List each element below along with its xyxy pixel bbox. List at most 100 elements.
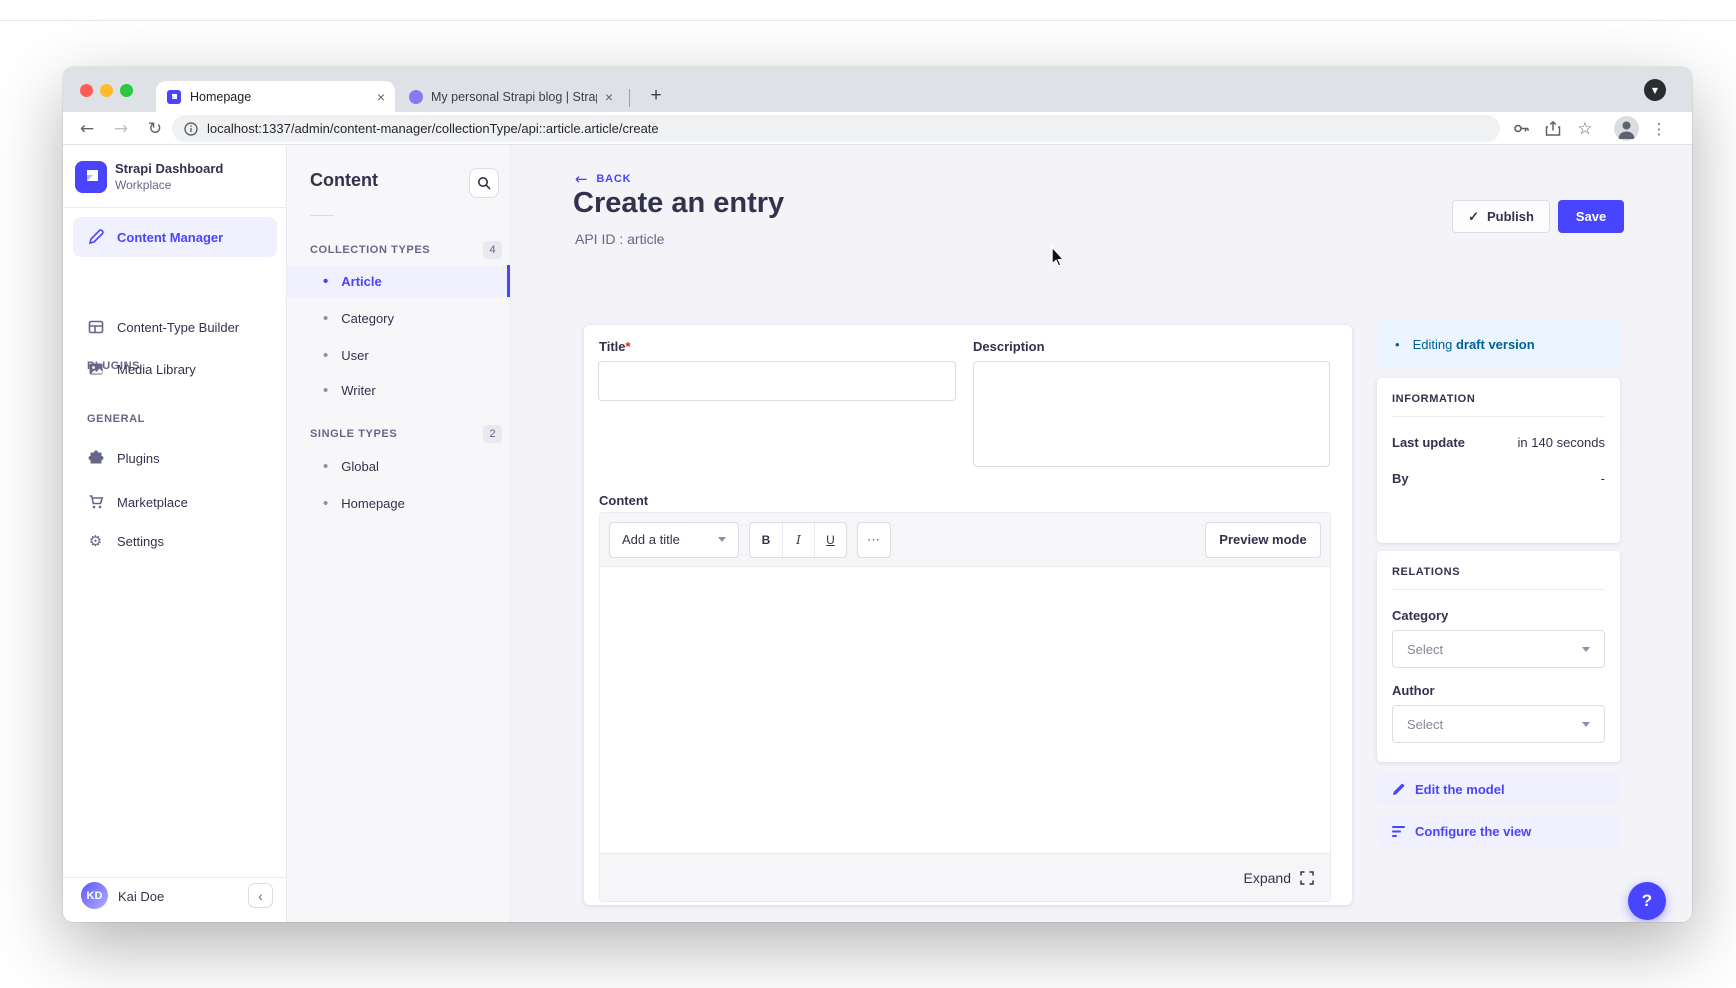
back-arrow-icon: ←	[575, 170, 588, 188]
back-button[interactable]: ←	[73, 112, 101, 145]
configure-view-button[interactable]: Configure the view	[1377, 815, 1620, 848]
sidebar-item-label: Marketplace	[117, 495, 188, 510]
category-label: Category	[1392, 608, 1605, 623]
site-info-icon[interactable]	[184, 122, 198, 136]
title-field-label: Title*	[599, 339, 631, 354]
tab-title: My personal Strapi blog | Strap	[431, 90, 597, 104]
sidebar-item-label: Media Library	[117, 362, 196, 377]
category-select[interactable]: Select	[1392, 630, 1605, 668]
tab-close-icon[interactable]: ×	[377, 90, 385, 104]
bullet-icon: •	[323, 274, 328, 289]
puzzle-icon	[87, 450, 104, 467]
tab-homepage[interactable]: Homepage ×	[156, 81, 395, 112]
description-field-label: Description	[973, 339, 1045, 354]
password-key-icon[interactable]	[1507, 112, 1535, 145]
screen: Homepage × My personal Strapi blog | Str…	[0, 0, 1736, 988]
subnav-item-article[interactable]: • Article	[287, 265, 510, 297]
last-update-label: Last update	[1392, 435, 1465, 450]
layout-icon	[87, 319, 104, 336]
configure-icon	[1392, 826, 1405, 837]
workspace-info: Strapi Dashboard Workplace	[115, 161, 223, 192]
editor-text-area[interactable]	[600, 567, 1330, 853]
author-select[interactable]: Select	[1392, 705, 1605, 743]
edit-model-label: Edit the model	[1415, 782, 1505, 797]
format-button-group: B I U	[749, 522, 847, 558]
last-update-row: Last update in 140 seconds	[1392, 435, 1605, 450]
tab-search-button[interactable]: ▼	[1644, 79, 1666, 101]
edit-model-button[interactable]: Edit the model	[1377, 773, 1620, 806]
sidebar-item-label: Content-Type Builder	[117, 320, 239, 335]
help-button[interactable]: ?	[1628, 882, 1666, 920]
collection-count-badge: 4	[483, 241, 502, 259]
tab-close-icon[interactable]: ×	[605, 90, 613, 104]
italic-button[interactable]: I	[782, 523, 814, 557]
strapi-favicon	[166, 89, 182, 105]
preview-mode-button[interactable]: Preview mode	[1205, 522, 1321, 558]
chevron-down-icon	[1582, 722, 1590, 727]
browser-menu-icon[interactable]: ⋮	[1645, 112, 1673, 145]
subnav-item-label: Homepage	[341, 496, 405, 511]
divider	[310, 215, 334, 216]
last-update-value: in 140 seconds	[1518, 435, 1605, 450]
reload-button[interactable]: ↻	[141, 112, 169, 145]
back-label: BACK	[596, 173, 631, 185]
tab-strapi-blog[interactable]: My personal Strapi blog | Strap ×	[399, 81, 623, 112]
close-window-button[interactable]	[80, 84, 93, 97]
publish-button[interactable]: ✓ Publish	[1452, 200, 1550, 233]
bullet-icon: •	[323, 459, 328, 474]
back-link[interactable]: ← BACK	[575, 170, 631, 188]
relations-panel: RELATIONS Category Select Author Select	[1377, 551, 1620, 762]
pencil-icon	[1392, 783, 1405, 796]
heading-select[interactable]: Add a title	[609, 522, 739, 558]
rich-text-editor: Add a title B I U ⋯ Preview mode	[599, 512, 1331, 902]
subnav-item-homepage[interactable]: • Homepage	[287, 487, 510, 519]
content-subnav: Content COLLECTION TYPES 4 • Article • C…	[287, 145, 511, 922]
workspace-title: Strapi Dashboard	[115, 161, 223, 176]
heading-select-value: Add a title	[622, 532, 680, 547]
subnav-item-user[interactable]: • User	[287, 339, 510, 371]
browser-profile-avatar[interactable]	[1614, 116, 1639, 141]
address-bar[interactable]: localhost:1337/admin/content-manager/col…	[172, 115, 1500, 142]
more-formats-button[interactable]: ⋯	[857, 522, 891, 558]
sidebar-item-plugins[interactable]: Plugins	[73, 440, 277, 476]
sidebar-item-settings[interactable]: ⚙ Settings	[73, 523, 277, 559]
share-icon[interactable]	[1539, 112, 1567, 145]
publish-label: Publish	[1487, 209, 1534, 224]
title-input[interactable]	[598, 361, 956, 401]
strapi-logo[interactable]	[75, 161, 107, 193]
bookmark-star-icon[interactable]: ☆	[1571, 112, 1599, 145]
subnav-title: Content	[310, 170, 378, 191]
chevron-down-icon	[1582, 647, 1590, 652]
underline-button[interactable]: U	[814, 523, 846, 557]
subnav-item-global[interactable]: • Global	[287, 450, 510, 482]
by-row: By -	[1392, 471, 1605, 486]
save-label: Save	[1576, 209, 1606, 224]
sidebar-item-content-manager[interactable]: Content Manager	[73, 217, 277, 257]
expand-label[interactable]: Expand	[1244, 870, 1291, 886]
zoom-window-button[interactable]	[120, 84, 133, 97]
minimize-window-button[interactable]	[100, 84, 113, 97]
sidebar-item-media-library[interactable]: Media Library	[73, 351, 277, 387]
save-button[interactable]: Save	[1558, 200, 1624, 233]
window-controls	[80, 84, 133, 97]
url-text: localhost:1337/admin/content-manager/col…	[207, 121, 659, 136]
single-count-badge: 2	[483, 425, 502, 443]
configure-view-label: Configure the view	[1415, 824, 1531, 839]
pen-icon	[87, 229, 104, 246]
description-input[interactable]	[973, 361, 1330, 467]
new-tab-button[interactable]: +	[643, 83, 669, 109]
collapse-sidebar-button[interactable]: ‹	[248, 883, 273, 908]
sidebar-item-marketplace[interactable]: Marketplace	[73, 484, 277, 520]
bold-button[interactable]: B	[750, 523, 782, 557]
divider	[1392, 589, 1605, 590]
search-button[interactable]	[469, 168, 499, 198]
sidebar-item-content-type-builder[interactable]: Content-Type Builder	[73, 309, 277, 345]
avatar[interactable]: KD	[81, 882, 108, 909]
forward-button[interactable]: →	[107, 112, 135, 145]
expand-icon[interactable]	[1300, 871, 1314, 885]
api-id-subtitle: API ID : article	[575, 231, 664, 247]
subnav-item-writer[interactable]: • Writer	[287, 374, 510, 406]
subnav-item-category[interactable]: • Category	[287, 302, 510, 334]
subnav-item-label: Article	[341, 274, 381, 289]
main-content: ← BACK Create an entry API ID : article …	[511, 145, 1692, 922]
